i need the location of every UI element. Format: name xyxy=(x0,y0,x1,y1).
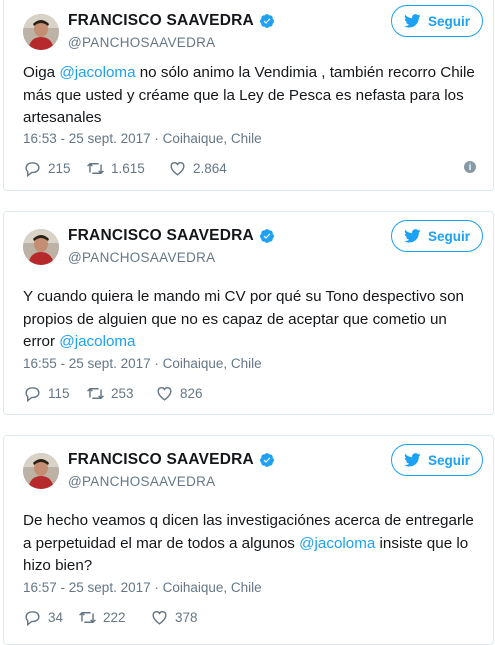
author-name[interactable]: FRANCISCO SAAVEDRA xyxy=(68,451,275,469)
retweet-icon xyxy=(87,388,104,399)
tweet-timestamp[interactable]: 16:57 - 25 sept. 2017 · Coihaique, Chile xyxy=(23,580,262,595)
follow-label: Seguir xyxy=(427,228,470,244)
heart-icon xyxy=(157,387,172,401)
reply-icon xyxy=(25,611,40,627)
tweet-text: Oiga @jacoloma no sólo animo la Vendimia… xyxy=(23,62,479,130)
author-name-text: FRANCISCO SAAVEDRA xyxy=(68,451,254,468)
retweet-icon xyxy=(87,163,104,174)
like-button[interactable]: 378 xyxy=(150,608,198,627)
tweet-actions: 115 253 826 xyxy=(23,384,479,404)
avatar[interactable] xyxy=(23,14,59,50)
retweet-count: 1.615 xyxy=(111,161,145,176)
twitter-bird-icon xyxy=(404,14,421,28)
retweet-button[interactable]: 222 xyxy=(78,608,126,627)
tweet-timestamp[interactable]: 16:53 - 25 sept. 2017 · Coihaique, Chile xyxy=(23,131,262,146)
tweet-actions: 215 1.615 2.864 i xyxy=(23,159,479,179)
author-handle[interactable]: @PANCHOSAAVEDRA xyxy=(68,35,215,50)
tweet-text: De hecho veamos q dicen las investigació… xyxy=(23,510,479,578)
reply-count: 215 xyxy=(48,161,71,176)
author-name[interactable]: FRANCISCO SAAVEDRA xyxy=(68,12,275,30)
heart-icon xyxy=(170,162,185,176)
author-name[interactable]: FRANCISCO SAAVEDRA xyxy=(68,227,275,245)
author-handle[interactable]: @PANCHOSAAVEDRA xyxy=(68,474,215,489)
reply-icon xyxy=(25,387,40,403)
reply-count: 34 xyxy=(48,610,64,625)
tweet-actions: 34 222 378 xyxy=(23,608,479,628)
like-button[interactable]: 826 xyxy=(155,384,203,403)
author-name-text: FRANCISCO SAAVEDRA xyxy=(68,227,254,244)
follow-button[interactable]: Seguir xyxy=(391,5,483,37)
retweet-button[interactable]: 253 xyxy=(86,384,134,403)
follow-label: Seguir xyxy=(427,13,470,29)
reply-button[interactable]: 34 xyxy=(23,608,63,627)
reply-button[interactable]: 215 xyxy=(23,159,71,178)
mention-link[interactable]: @jacoloma xyxy=(299,535,375,552)
retweet-icon xyxy=(79,612,96,623)
info-icon[interactable]: i xyxy=(464,161,476,173)
like-count: 378 xyxy=(175,610,198,625)
like-count: 2.864 xyxy=(193,161,227,176)
tweet-text-part: Oiga xyxy=(23,64,60,81)
author-handle[interactable]: @PANCHOSAAVEDRA xyxy=(68,250,215,265)
tweet-card: FRANCISCO SAAVEDRA @PANCHOSAAVEDRA Segui… xyxy=(3,435,494,645)
reply-count: 115 xyxy=(48,386,70,401)
tweet-card: FRANCISCO SAAVEDRA @PANCHOSAAVEDRA Segui… xyxy=(3,211,494,415)
heart-icon xyxy=(152,611,167,625)
tweet-timestamp[interactable]: 16:55 - 25 sept. 2017 · Coihaique, Chile xyxy=(23,356,262,371)
verified-badge-icon xyxy=(259,14,274,28)
follow-button[interactable]: Seguir xyxy=(391,444,483,476)
tweet-card: FRANCISCO SAAVEDRA @PANCHOSAAVEDRA Segui… xyxy=(3,0,494,191)
verified-badge-icon xyxy=(259,453,274,467)
avatar[interactable] xyxy=(23,229,59,265)
verified-badge-icon xyxy=(259,229,274,243)
retweet-count: 253 xyxy=(111,386,134,401)
retweet-count: 222 xyxy=(103,610,126,625)
tweet-text: Y cuando quiera le mando mi CV por qué s… xyxy=(23,286,479,354)
reply-button[interactable]: 115 xyxy=(23,384,70,403)
follow-label: Seguir xyxy=(427,452,470,468)
twitter-bird-icon xyxy=(404,453,421,467)
mention-link[interactable]: @jacoloma xyxy=(59,64,135,81)
like-count: 826 xyxy=(180,386,203,401)
retweet-button[interactable]: 1.615 xyxy=(86,159,145,178)
avatar[interactable] xyxy=(23,453,59,489)
mention-link[interactable]: @jacoloma xyxy=(59,333,135,350)
follow-button[interactable]: Seguir xyxy=(391,220,483,252)
reply-icon xyxy=(25,162,40,178)
author-name-text: FRANCISCO SAAVEDRA xyxy=(68,12,254,29)
like-button[interactable]: 2.864 xyxy=(168,159,227,178)
twitter-bird-icon xyxy=(404,229,421,243)
